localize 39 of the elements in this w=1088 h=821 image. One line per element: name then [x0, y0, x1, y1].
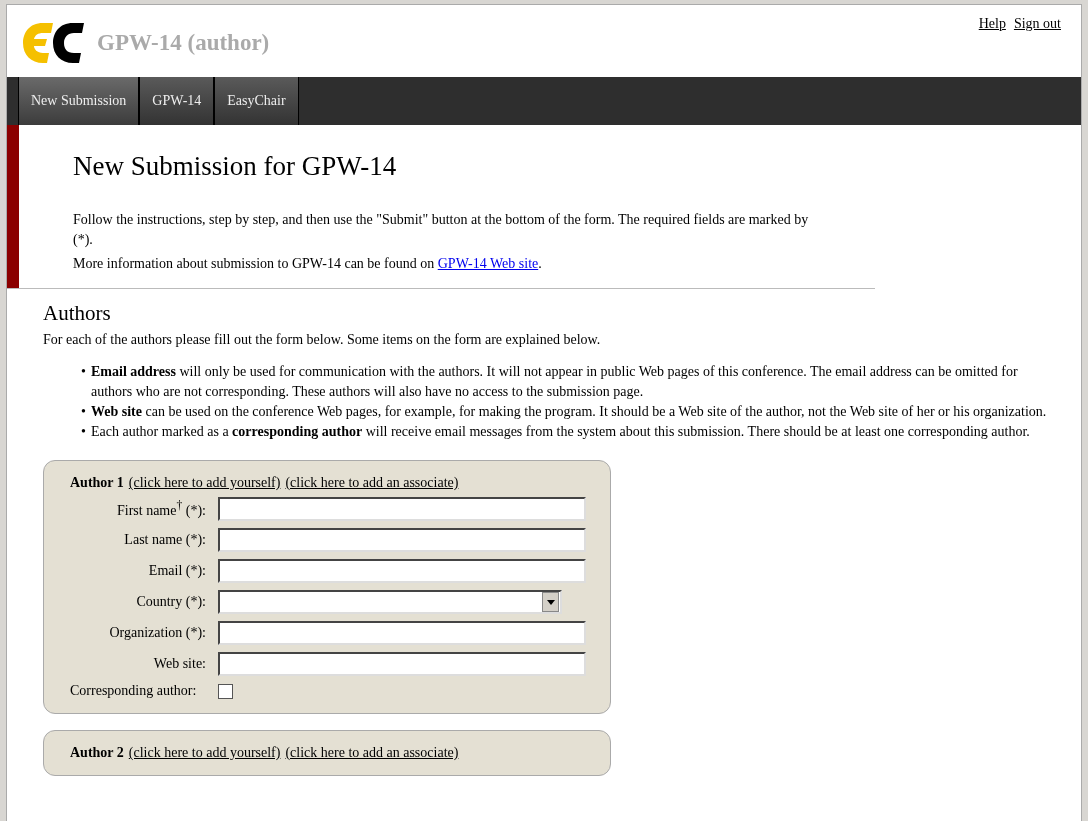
site-title: GPW-14 (author) [97, 30, 270, 56]
section-heading: Authors [43, 301, 112, 326]
add-author-link[interactable]: (click here to add yourself) [128, 475, 281, 491]
field-label: Organization (*): [108, 625, 206, 641]
input-field[interactable] [218, 497, 586, 521]
field-label: Country (*): [135, 594, 206, 610]
nav-tab[interactable]: GPW-14 [139, 77, 215, 125]
field-label: Web site: [152, 656, 206, 672]
header-link[interactable]: Sign out [1013, 16, 1061, 77]
country-dropdown[interactable] [218, 590, 562, 614]
input-field[interactable] [218, 621, 586, 645]
logo-icon [21, 21, 85, 65]
input-field[interactable] [218, 528, 586, 552]
period-text: . [538, 256, 542, 271]
bullet-item: Each author marked as a corresponding author will receive email messages from the system about this submission. There should be at least one corresponding author. [91, 423, 1031, 441]
add-author-link[interactable]: (click here to add an associate) [285, 745, 459, 761]
field-label: Last name (*): [123, 532, 206, 548]
author-title: Author 2 [70, 745, 124, 761]
field-label: Corresponding author: [70, 683, 198, 699]
info-text: More information about submission to GPW-14 can be found on [73, 256, 435, 271]
bullet-marker: • [81, 423, 87, 441]
section-intro: For each of the authors please fill out the form below. Some items on the form are explained below. [43, 332, 602, 348]
input-field[interactable] [218, 559, 586, 583]
bullet-item: Web site can be used on the conference Web pages, for example, for making the program. It should be a Web site of the author, not the Web site of her or his organization. [91, 403, 1048, 421]
input-field[interactable] [218, 652, 586, 676]
page-title: New Submission for GPW-14 [73, 151, 398, 182]
add-author-link[interactable]: (click here to add yourself) [128, 745, 281, 761]
bullet-marker: • [81, 363, 87, 381]
header-link[interactable]: Help [978, 16, 1006, 77]
nav-tab[interactable]: EasyChair [214, 77, 299, 125]
field-label: Email (*): [147, 563, 206, 579]
add-author-link[interactable]: (click here to add an associate) [285, 475, 459, 491]
bullet-item: Email address will only be used for communication with the authors. It will not appear in public Web pages of this conference. The email address can be omitted for authors who are not corresponding. These authors will also have no access to the submission page. [91, 363, 1019, 401]
author-title: Author 1 [70, 475, 124, 491]
field-label: First name$^{†}$ (*): [115, 499, 206, 519]
bullet-marker: • [81, 403, 87, 421]
checkbox[interactable] [218, 683, 233, 699]
nav-tab[interactable]: New Submission [18, 77, 140, 125]
instructions-text: Follow the instructions, step by step, and then use the "Submit" button at the bottom of the form. The required fields are marked by (*). [73, 211, 810, 249]
